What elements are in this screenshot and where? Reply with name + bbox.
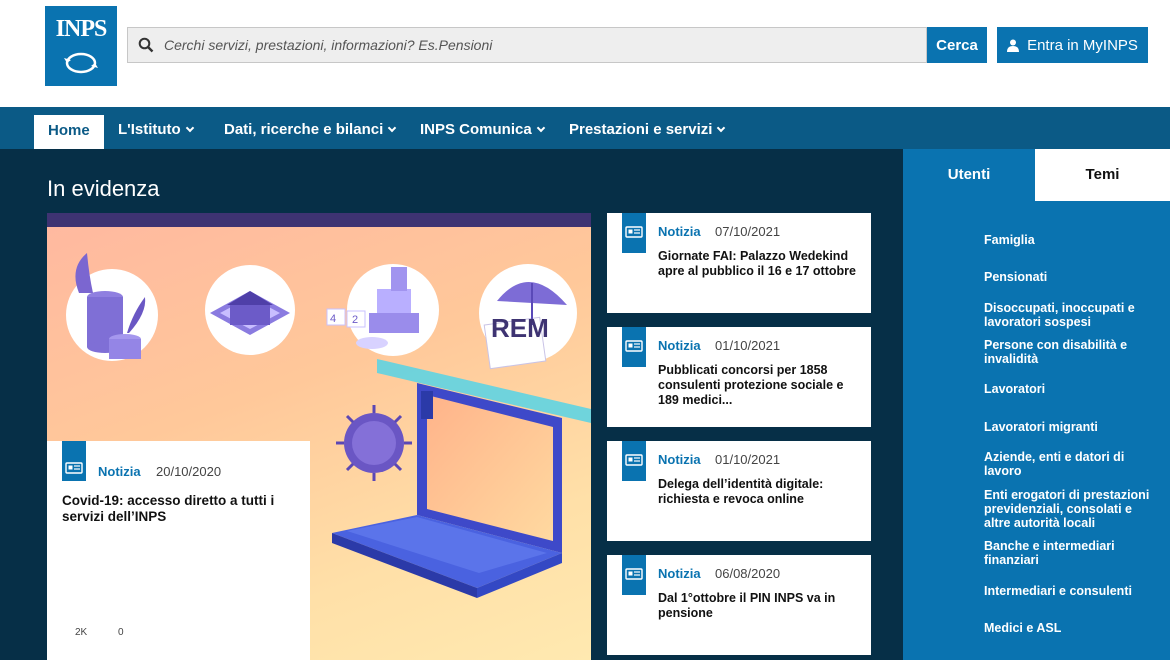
nav-label: INPS Comunica [420, 121, 532, 138]
news-icon-box [62, 441, 86, 481]
logo-text: INPS [55, 16, 108, 42]
newspaper-icon [625, 568, 643, 580]
news-date: 20/10/2020 [156, 464, 222, 479]
newspaper-icon [625, 340, 643, 352]
news-card[interactable]: Notizia 01/10/2021 Delega dell’identità … [607, 441, 871, 541]
nav-item-dati[interactable]: Dati, ricerche e bilanci [224, 107, 397, 149]
news-date: 07/10/2021 [715, 224, 781, 239]
news-icon-box [622, 441, 646, 481]
news-title[interactable]: Giornate FAI: Palazzo Wedekind apre al p… [658, 249, 863, 279]
nav-item-home[interactable]: Home [34, 115, 104, 149]
news-title[interactable]: Delega dell’identità digitale: richiesta… [658, 477, 863, 507]
news-tag[interactable]: Notizia [98, 464, 141, 479]
search-input[interactable] [164, 28, 924, 62]
search-icon [138, 37, 154, 53]
search-button[interactable]: Cerca [927, 27, 987, 63]
main-nav: Home L'Istituto Dati, ricerche e bilanci… [0, 107, 1170, 149]
login-myinps-button[interactable]: Entra in MyINPS [997, 27, 1148, 63]
chevron-down-icon [388, 123, 397, 133]
header: INPS Cerca Entra in MyINPS [0, 0, 1170, 107]
news-date: 01/10/2021 [715, 338, 781, 353]
news-tag[interactable]: Notizia [658, 566, 701, 581]
news-icon-box [622, 327, 646, 367]
sidebar-link-disabilita[interactable]: Persone con disabilità e invalidità [984, 338, 1154, 366]
hero-card[interactable]: 4 2 REM Notizia 20/10/2020 Covid-19: acc… [47, 213, 591, 660]
hero-stats: 2K 0 [75, 627, 152, 638]
comments-count: 0 [118, 627, 124, 638]
login-button-label: Entra in MyINPS [1027, 36, 1138, 54]
nav-item-comunica[interactable]: INPS Comunica [420, 107, 545, 149]
news-date: 01/10/2021 [715, 452, 781, 467]
chevron-down-icon [185, 123, 194, 133]
nav-label: Dati, ricerche e bilanci [224, 121, 384, 138]
hero-news-card[interactable]: Notizia 20/10/2020 Covid-19: accesso dir… [47, 441, 310, 660]
sidebar-link-banche[interactable]: Banche e intermediari finanziari [984, 539, 1154, 567]
news-date: 06/08/2020 [715, 566, 781, 581]
chevron-down-icon [536, 123, 545, 133]
news-card[interactable]: Notizia 01/10/2021 Pubblicati concorsi p… [607, 327, 871, 427]
inps-logo[interactable]: INPS [45, 6, 117, 86]
sidebar-link-disoccupati[interactable]: Disoccupati, inoccupati e lavoratori sos… [984, 301, 1154, 329]
news-card[interactable]: Notizia 06/08/2020 Dal 1°ottobre il PIN … [607, 555, 871, 655]
tab-temi[interactable]: Temi [1035, 149, 1170, 201]
newspaper-icon [625, 454, 643, 466]
sidebar-link-migranti[interactable]: Lavoratori migranti [984, 420, 1154, 434]
logo-arrows-icon [64, 52, 98, 74]
svg-text:2: 2 [352, 314, 358, 326]
newspaper-icon [625, 226, 643, 238]
news-title[interactable]: Covid-19: accesso diretto a tutti i serv… [62, 493, 292, 525]
sidebar-link-aziende[interactable]: Aziende, enti e datori di lavoro [984, 450, 1154, 478]
sidebar-link-pensionati[interactable]: Pensionati [984, 270, 1154, 284]
news-tag[interactable]: Notizia [658, 224, 701, 239]
news-title[interactable]: Pubblicati concorsi per 1858 consulenti … [658, 363, 863, 408]
sidebar-link-famiglia[interactable]: Famiglia [984, 233, 1154, 247]
tab-utenti[interactable]: Utenti [903, 149, 1035, 201]
search-bar [127, 27, 927, 63]
user-icon [1007, 39, 1020, 52]
news-tag[interactable]: Notizia [658, 452, 701, 467]
news-icon-box [622, 213, 646, 253]
news-title[interactable]: Dal 1°ottobre il PIN INPS va in pensione [658, 591, 863, 621]
sidebar-link-intermediari[interactable]: Intermediari e consulenti [984, 584, 1154, 598]
sidebar: Utenti Temi Famiglia Pensionati Disoccup… [903, 149, 1170, 660]
nav-item-istituto[interactable]: L'Istituto [118, 107, 194, 149]
sidebar-link-enti[interactable]: Enti erogatori di prestazioni previdenzi… [984, 488, 1154, 530]
section-title: In evidenza [47, 176, 160, 201]
likes-count: 2K [75, 627, 88, 638]
news-tag[interactable]: Notizia [658, 338, 701, 353]
nav-label: Prestazioni e servizi [569, 121, 713, 138]
chevron-down-icon [717, 123, 726, 133]
sidebar-link-lavoratori[interactable]: Lavoratori [984, 382, 1154, 396]
svg-text:4: 4 [330, 313, 336, 325]
rem-text: REM [491, 313, 549, 343]
newspaper-icon [65, 462, 83, 474]
nav-label: Home [48, 122, 90, 139]
nav-label: L'Istituto [118, 121, 181, 138]
sidebar-link-medici[interactable]: Medici e ASL [984, 621, 1154, 635]
news-icon-box [622, 555, 646, 595]
nav-item-prestazioni[interactable]: Prestazioni e servizi [569, 107, 726, 149]
news-card[interactable]: Notizia 07/10/2021 Giornate FAI: Palazzo… [607, 213, 871, 313]
